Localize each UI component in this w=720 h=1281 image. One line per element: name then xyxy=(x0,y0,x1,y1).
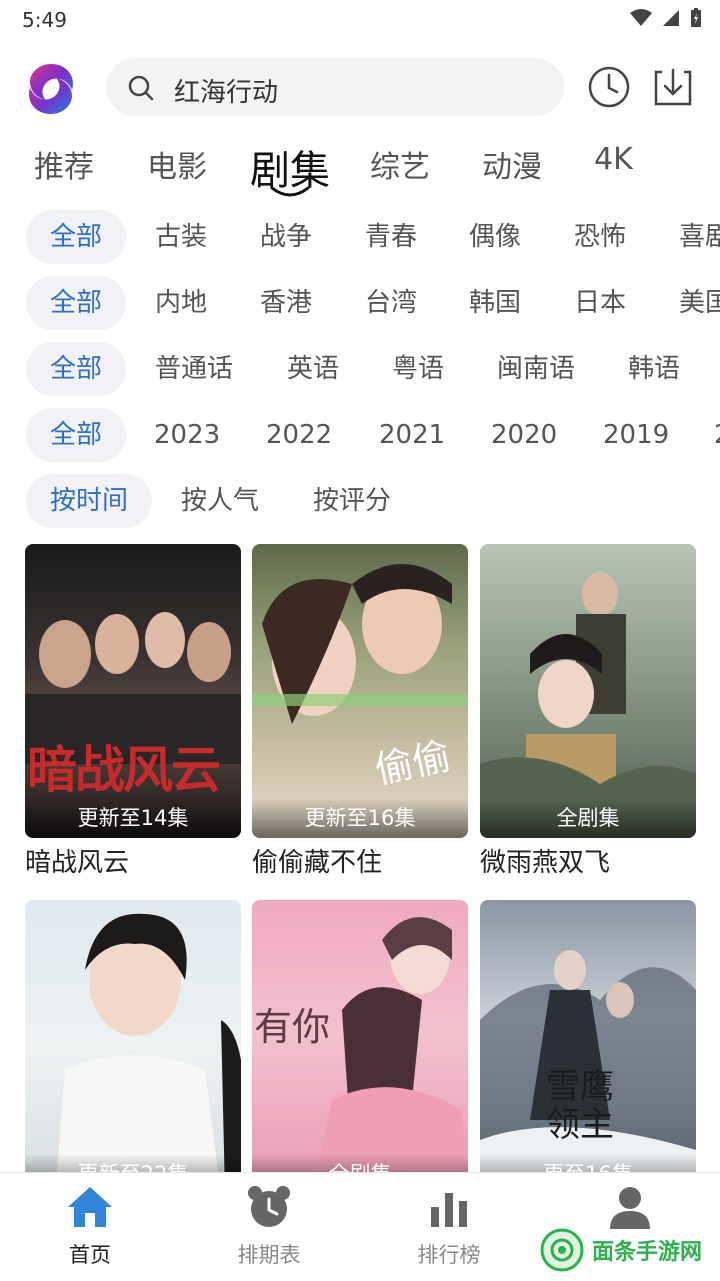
filter-region: 全部 内地 香港 台湾 韩国 日本 美国 xyxy=(0,276,720,332)
sort-chip[interactable]: 按人气 xyxy=(181,474,259,528)
search-bar[interactable]: 红海行动 xyxy=(106,58,564,116)
watermark-logo-icon xyxy=(540,1228,584,1272)
status-bar: 5:49 xyxy=(0,0,720,40)
nav-home[interactable]: 首页 xyxy=(30,1183,150,1269)
episode-badge: 全剧集 xyxy=(480,798,696,838)
sort-chip[interactable]: 按评分 xyxy=(313,474,391,528)
filter-language: 全部 普通话 英语 粤语 闽南语 韩语 xyxy=(0,342,720,398)
show-poster[interactable]: 雪鹰领主 更至16集 xyxy=(480,900,696,1194)
show-poster[interactable]: 更新至22集 xyxy=(25,900,241,1194)
show-poster[interactable]: 有你 全剧集 xyxy=(252,900,468,1194)
user-icon xyxy=(610,1187,650,1229)
filter-chip[interactable]: 2021 xyxy=(379,408,445,462)
app-logo[interactable] xyxy=(22,60,80,118)
alarm-clock-icon xyxy=(248,1186,290,1227)
battery-icon xyxy=(691,8,701,27)
episode-badge: 更新至14集 xyxy=(25,798,241,838)
filter-chip[interactable]: 2019 xyxy=(603,408,669,462)
filter-chip[interactable]: 内地 xyxy=(155,276,207,330)
filter-chip[interactable]: 青春 xyxy=(365,210,417,264)
filter-chip[interactable]: 闽南语 xyxy=(497,342,575,396)
filter-chip[interactable]: 韩语 xyxy=(628,342,680,396)
filter-chip[interactable]: 英语 xyxy=(287,342,339,396)
show-title[interactable]: 暗战风云 xyxy=(25,842,129,879)
nav-label: 排期表 xyxy=(237,1243,301,1267)
show-title[interactable]: 偷偷藏不住 xyxy=(252,842,382,879)
filter-chip[interactable]: 2022 xyxy=(266,408,332,462)
poster-title-art: 有你 xyxy=(254,1005,331,1049)
bar-chart-icon xyxy=(431,1193,467,1227)
filter-chip[interactable]: 偶像 xyxy=(469,210,521,264)
filter-chip[interactable]: 恐怖 xyxy=(574,210,626,264)
filter-chip[interactable]: 全部 xyxy=(26,276,127,330)
wifi-icon xyxy=(630,9,652,26)
filter-chip[interactable]: 全部 xyxy=(26,342,127,396)
filter-chip[interactable]: 香港 xyxy=(260,276,312,330)
show-poster[interactable]: 全剧集 xyxy=(480,544,696,838)
show-title[interactable]: 微雨燕双飞 xyxy=(480,842,610,879)
filter-chip[interactable]: 普通话 xyxy=(155,342,233,396)
download-button[interactable] xyxy=(650,64,696,110)
filter-chip[interactable]: 美国 xyxy=(679,276,720,330)
filter-chip[interactable]: 台湾 xyxy=(365,276,417,330)
site-watermark: 面条手游网 xyxy=(540,1228,702,1272)
filter-chip[interactable]: 全部 xyxy=(26,210,127,264)
show-poster[interactable]: 暗战风云 更新至14集 xyxy=(25,544,241,838)
nav-label: 首页 xyxy=(69,1243,111,1267)
active-tab-indicator xyxy=(270,186,310,197)
show-poster[interactable]: 偷偷 更新至16集 xyxy=(252,544,468,838)
filter-chip[interactable]: 2020 xyxy=(491,408,557,462)
sort-chip[interactable]: 按时间 xyxy=(26,474,153,528)
poster-title-art: 雪鹰领主 xyxy=(546,1067,614,1145)
nav-schedule[interactable]: 排期表 xyxy=(209,1183,329,1269)
home-icon xyxy=(68,1187,112,1227)
tab-recommend[interactable]: 推荐 xyxy=(34,142,94,186)
search-text: 红海行动 xyxy=(174,78,279,108)
filter-chip[interactable]: 喜剧 xyxy=(679,210,720,264)
filter-chip[interactable]: 2023 xyxy=(154,408,220,462)
filter-chip[interactable]: 古装 xyxy=(155,210,207,264)
filter-chip[interactable]: 2018 xyxy=(714,408,720,462)
tab-anime[interactable]: 动漫 xyxy=(482,142,542,186)
history-button[interactable] xyxy=(586,64,632,110)
filter-chip[interactable]: 日本 xyxy=(574,276,626,330)
tab-variety[interactable]: 综艺 xyxy=(370,142,430,186)
poster-title-art: 暗战风云 xyxy=(27,741,221,799)
filter-chip[interactable]: 韩国 xyxy=(469,276,521,330)
status-time: 5:49 xyxy=(22,8,67,32)
filter-chip[interactable]: 粤语 xyxy=(392,342,444,396)
filter-chip[interactable]: 战争 xyxy=(260,210,312,264)
search-icon xyxy=(128,75,154,101)
episode-badge: 更新至16集 xyxy=(252,798,468,838)
download-icon xyxy=(654,68,692,106)
top-bar: 红海行动 xyxy=(0,52,720,126)
filter-chip[interactable]: 全部 xyxy=(26,408,127,462)
filter-year: 全部 2023 2022 2021 2020 2019 2018 xyxy=(0,408,720,464)
main-tabs: 推荐 电影 剧集 综艺 动漫 4K xyxy=(0,138,720,198)
nav-label: 排行榜 xyxy=(417,1243,481,1267)
tab-movies[interactable]: 电影 xyxy=(147,142,207,186)
status-icons xyxy=(630,8,702,28)
tab-4k[interactable]: 4K xyxy=(594,142,633,177)
nav-ranking[interactable]: 排行榜 xyxy=(389,1183,509,1269)
clock-icon xyxy=(588,66,630,108)
watermark-text: 面条手游网 xyxy=(592,1240,703,1265)
sort-options: 按时间 按人气 按评分 xyxy=(0,474,720,530)
signal-icon xyxy=(663,10,679,26)
filter-genre: 全部 古装 战争 青春 偶像 恐怖 喜剧 xyxy=(0,210,720,266)
